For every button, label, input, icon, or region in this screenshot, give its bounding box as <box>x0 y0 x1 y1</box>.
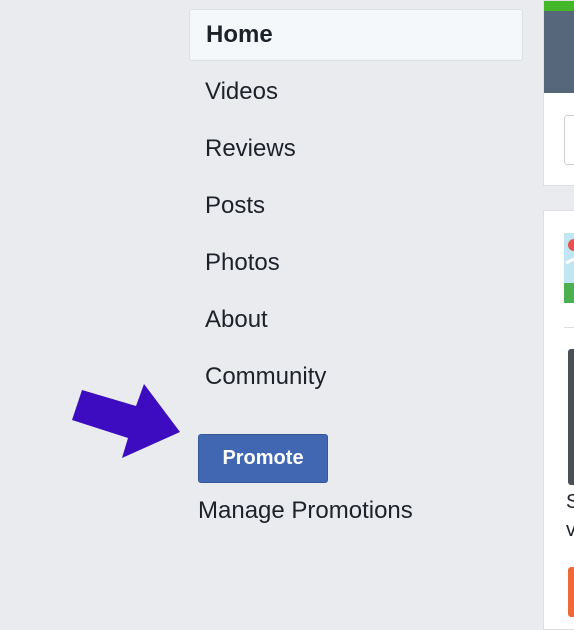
arrow-shape <box>72 384 180 458</box>
composer-input-edge[interactable] <box>564 115 574 165</box>
preview-text-line1: S <box>566 491 574 514</box>
preview-image[interactable] <box>568 349 574 485</box>
manage-promotions-link[interactable]: Manage Promotions <box>198 497 413 525</box>
promote-button[interactable]: Promote <box>198 434 328 483</box>
page-nav: Home Videos Reviews Posts Photos About C… <box>189 9 523 408</box>
nav-item-home[interactable]: Home <box>189 9 523 61</box>
cover-accent-strip <box>544 1 574 11</box>
cover-card <box>543 0 574 186</box>
nav-item-photos[interactable]: Photos <box>189 237 523 289</box>
cover-photo <box>544 1 574 93</box>
thumbnail-image <box>564 233 574 303</box>
arrow-right-icon <box>72 384 180 458</box>
nav-item-community[interactable]: Community <box>189 351 523 403</box>
thumbnail-grass <box>564 283 574 303</box>
preview-text-line2: v <box>566 519 574 542</box>
card-divider <box>564 327 574 328</box>
nav-item-reviews[interactable]: Reviews <box>189 123 523 175</box>
nav-item-posts[interactable]: Posts <box>189 180 523 232</box>
side-card: S v <box>543 210 574 630</box>
orange-action-button[interactable] <box>568 567 574 617</box>
nav-item-videos[interactable]: Videos <box>189 66 523 118</box>
nav-item-about[interactable]: About <box>189 294 523 346</box>
